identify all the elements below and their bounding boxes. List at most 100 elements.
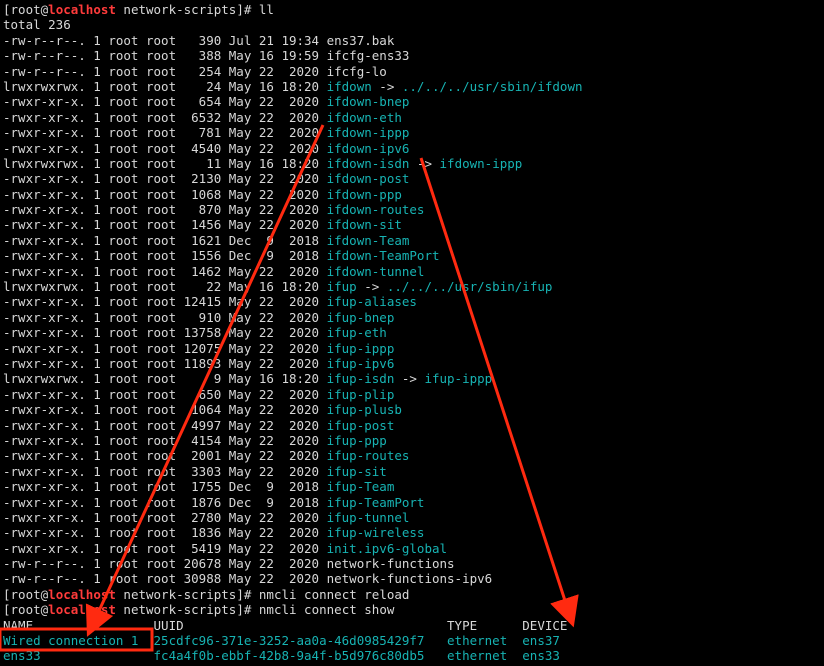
connection-type: ethernet	[447, 633, 523, 649]
command-text: nmcli connect reload	[258, 586, 410, 602]
file-name: ifdown-post	[326, 171, 410, 187]
listing-row: -rwxr-xr-x. 1 root root 6532 May 22 2020…	[3, 110, 824, 125]
listing-row: -rwxr-xr-x. 1 root root 2780 May 22 2020…	[3, 510, 824, 525]
file-name: init.ipv6-global	[326, 540, 448, 556]
file-name: ifdown	[326, 78, 372, 94]
file-name: ifdown-bnep	[326, 94, 410, 110]
file-name: ifup	[326, 279, 357, 295]
file-meta: -rwxr-xr-x. 1 root root 4154 May 22 2020	[3, 432, 327, 448]
file-name: ifup-plip	[326, 386, 395, 402]
file-meta: -rw-r--r--. 1 root root 388 May 16 19:59	[3, 48, 327, 64]
file-name: ifdown-isdn	[326, 155, 410, 171]
file-meta: -rwxr-xr-x. 1 root root 1064 May 22 2020	[3, 402, 327, 418]
file-name: ifup-wireless	[326, 525, 425, 541]
header-device: DEVICE	[522, 617, 568, 633]
listing-row: -rwxr-xr-x. 1 root root 12415 May 22 202…	[3, 294, 824, 309]
file-meta: -rwxr-xr-x. 1 root root 13758 May 22 202…	[3, 325, 327, 341]
prompt-line-reload: [root@localhost network-scripts]# nmcli …	[3, 587, 824, 602]
nmcli-table-row: ens33 fc4a4f0b-ebbf-42b8-9a4f-b5d976c80d…	[3, 648, 824, 663]
file-name: network-functions	[326, 556, 455, 572]
listing-row: lrwxrwxrwx. 1 root root 22 May 16 18:20 …	[3, 279, 824, 294]
connection-uuid: 25cdfc96-371e-3252-aa0a-46d0985429f7	[153, 633, 448, 649]
file-meta: -rwxr-xr-x. 1 root root 5419 May 22 2020	[3, 540, 327, 556]
file-meta: -rwxr-xr-x. 1 root root 12075 May 22 202…	[3, 340, 327, 356]
file-meta: -rwxr-xr-x. 1 root root 1462 May 22 2020	[3, 263, 327, 279]
prompt-user: [root	[3, 2, 41, 17]
listing-row: lrwxrwxrwx. 1 root root 24 May 16 18:20 …	[3, 79, 824, 94]
prompt-host: localhost	[48, 602, 116, 618]
listing-row: -rwxr-xr-x. 1 root root 11893 May 22 202…	[3, 356, 824, 371]
symlink-target: ifdown-ippp	[439, 155, 523, 171]
prompt-dir: network-scripts]#	[115, 586, 259, 602]
connection-name: Wired connection 1	[3, 633, 154, 649]
file-name: ifup-Team	[326, 479, 395, 495]
listing-row: -rwxr-xr-x. 1 root root 781 May 22 2020 …	[3, 125, 824, 140]
terminal-window[interactable]: [root@localhost network-scripts]# ll tota…	[0, 0, 824, 666]
file-meta: -rw-r--r--. 1 root root 20678 May 22 202…	[3, 556, 327, 572]
file-name: ifup-routes	[326, 448, 410, 464]
file-meta: -rwxr-xr-x. 1 root root 1556 Dec 9 2018	[3, 248, 327, 264]
prompt-line-show: [root@localhost network-scripts]# nmcli …	[3, 602, 824, 617]
listing-row: -rwxr-xr-x. 1 root root 1876 Dec 9 2018 …	[3, 495, 824, 510]
file-name: ifup-ipv6	[326, 355, 395, 371]
listing-row: -rwxr-xr-x. 1 root root 1755 Dec 9 2018 …	[3, 479, 824, 494]
listing-row: -rwxr-xr-x. 1 root root 2001 May 22 2020…	[3, 448, 824, 463]
nmcli-table-row: Wired connection 1 25cdfc96-371e-3252-aa…	[3, 633, 824, 648]
listing-row: -rwxr-xr-x. 1 root root 12075 May 22 202…	[3, 341, 824, 356]
listing-row: -rwxr-xr-x. 1 root root 1836 May 22 2020…	[3, 525, 824, 540]
file-name: network-functions-ipv6	[326, 571, 493, 587]
file-name: ifup-bnep	[326, 309, 395, 325]
prompt-host: localhost	[48, 586, 116, 602]
file-name: ens37.bak	[326, 32, 395, 48]
file-meta: -rwxr-xr-x. 1 root root 870 May 22 2020	[3, 202, 327, 218]
file-name: ifdown-ipv6	[326, 140, 410, 156]
command-text: nmcli connect show	[258, 602, 395, 618]
prompt-user: [root	[3, 602, 41, 618]
listing-row: -rw-r--r--. 1 root root 30988 May 22 202…	[3, 571, 824, 586]
file-meta: -rwxr-xr-x. 1 root root 910 May 22 2020	[3, 309, 327, 325]
file-name: ifdown-eth	[326, 109, 402, 125]
listing-row: -rwxr-xr-x. 1 root root 1621 Dec 9 2018 …	[3, 233, 824, 248]
file-name: ifdown-ippp	[326, 125, 410, 141]
file-meta: -rwxr-xr-x. 1 root root 1456 May 22 2020	[3, 217, 327, 233]
file-meta: -rwxr-xr-x. 1 root root 4997 May 22 2020	[3, 417, 327, 433]
file-name: ifdown-sit	[326, 217, 402, 233]
listing-row: -rwxr-xr-x. 1 root root 3303 May 22 2020…	[3, 464, 824, 479]
file-meta: -rwxr-xr-x. 1 root root 650 May 22 2020	[3, 386, 327, 402]
connection-uuid: fc4a4f0b-ebbf-42b8-9a4f-b5d976c80db5	[153, 648, 448, 664]
listing-row: -rw-r--r--. 1 root root 388 May 16 19:59…	[3, 48, 824, 63]
connection-type: ethernet	[447, 648, 523, 664]
listing-row: -rwxr-xr-x. 1 root root 13758 May 22 202…	[3, 325, 824, 340]
listing-row: -rwxr-xr-x. 1 root root 650 May 22 2020 …	[3, 387, 824, 402]
listing-row: -rwxr-xr-x. 1 root root 4154 May 22 2020…	[3, 433, 824, 448]
file-name: ifdown-ppp	[326, 186, 402, 202]
symlink-target: ../../../usr/sbin/ifdown	[401, 78, 583, 94]
file-name: ifup-tunnel	[326, 509, 410, 525]
listing-row: -rwxr-xr-x. 1 root root 910 May 22 2020 …	[3, 310, 824, 325]
file-meta: -rw-r--r--. 1 root root 254 May 22 2020	[3, 63, 327, 79]
file-meta: -rwxr-xr-x. 1 root root 1621 Dec 9 2018	[3, 232, 327, 248]
header-uuid: UUID	[153, 617, 448, 633]
file-meta: lrwxrwxrwx. 1 root root 24 May 16 18:20	[3, 78, 327, 94]
file-meta: -rwxr-xr-x. 1 root root 6532 May 22 2020	[3, 109, 327, 125]
connection-device: ens37	[522, 633, 560, 649]
listing-row: -rw-r--r--. 1 root root 254 May 22 2020 …	[3, 64, 824, 79]
file-meta: -rwxr-xr-x. 1 root root 781 May 22 2020	[3, 125, 327, 141]
file-name: ifcfg-lo	[326, 63, 387, 79]
file-name: ifup-ippp	[326, 340, 395, 356]
file-name: ifup-aliases	[326, 294, 417, 310]
file-name: ifup-post	[326, 417, 395, 433]
listing-row: -rwxr-xr-x. 1 root root 2130 May 22 2020…	[3, 171, 824, 186]
file-name: ifdown-tunnel	[326, 263, 425, 279]
symlink-target: ../../../usr/sbin/ifup	[386, 279, 553, 295]
prompt-dir: network-scripts]#	[115, 602, 259, 618]
listing-row: -rwxr-xr-x. 1 root root 1064 May 22 2020…	[3, 402, 824, 417]
command-text: ll	[258, 2, 274, 17]
file-name: ifup-TeamPort	[326, 494, 425, 510]
listing-row: -rw-r--r--. 1 root root 390 Jul 21 19:34…	[3, 33, 824, 48]
file-meta: -rwxr-xr-x. 1 root root 1068 May 22 2020	[3, 186, 327, 202]
file-name: ifcfg-ens33	[326, 48, 410, 64]
header-name: NAME	[3, 617, 154, 633]
file-meta: lrwxrwxrwx. 1 root root 11 May 16 18:20	[3, 155, 327, 171]
symlink-arrow: ->	[371, 78, 402, 94]
